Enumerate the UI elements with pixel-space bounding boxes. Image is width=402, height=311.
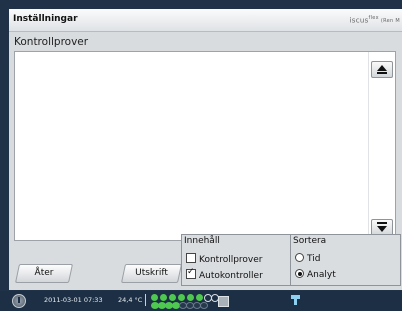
radio-button[interactable]: [295, 253, 304, 262]
datetime: 2011-03-01 07:33: [44, 296, 103, 304]
title-bar: Inställningar iscusflex(Ren M: [9, 9, 402, 32]
back-button-label: Åter: [34, 268, 54, 278]
settings-window: Inställningar iscusflex(Ren M Kontrollpr…: [9, 9, 402, 290]
radio-tid[interactable]: Tid: [295, 253, 320, 264]
back-button[interactable]: Åter: [14, 264, 74, 283]
sort-group: Sortera Tid Analyt: [290, 234, 401, 286]
checkbox-label: Kontrollprover: [199, 255, 263, 265]
checkbox-kontrollprover[interactable]: Kontrollprover: [186, 253, 263, 265]
radio-label: Tid: [307, 254, 321, 264]
print-button-label: Utskrift: [135, 268, 168, 278]
checkbox-label: Autokontroller: [199, 271, 263, 281]
status-indicator: [196, 294, 203, 301]
page-subtitle: Kontrollprover: [14, 36, 89, 48]
status-indicator: [187, 294, 194, 301]
status-indicator: [160, 294, 167, 301]
checkbox-box[interactable]: [186, 267, 196, 279]
scroll-up-button[interactable]: [371, 61, 393, 78]
brand-name: iscus: [349, 16, 369, 25]
checkbox-box[interactable]: [186, 253, 196, 263]
checkbox-autokontroller[interactable]: Autokontroller: [186, 267, 263, 281]
status-indicator: [151, 294, 158, 301]
radio-button[interactable]: [295, 269, 304, 278]
status-taskbar: 2011-03-01 07:33 24,4 °C: [0, 291, 402, 311]
status-indicator: [218, 296, 229, 307]
status-indicator: [200, 302, 208, 309]
status-indicator: [178, 294, 185, 301]
brand-logo: iscusflex(Ren M: [350, 15, 400, 24]
content-group-title: Innehåll: [184, 236, 220, 246]
content-group: Innehåll Kontrollprover Autokontroller: [181, 234, 291, 286]
brand-small: (Ren M: [380, 18, 400, 25]
network-icon: [291, 295, 300, 305]
sort-group-title: Sortera: [293, 236, 327, 246]
control-samples-list[interactable]: [14, 51, 396, 241]
list-scrollbar[interactable]: [368, 52, 395, 240]
radio-analyt[interactable]: Analyt: [295, 269, 336, 280]
screen: Inställningar iscusflex(Ren M Kontrollpr…: [0, 0, 402, 311]
radio-label: Analyt: [307, 270, 336, 280]
brand-sup: flex: [368, 15, 379, 21]
separator: [145, 294, 146, 306]
power-icon[interactable]: [12, 294, 26, 308]
status-indicator: [169, 294, 176, 301]
print-button[interactable]: Utskrift: [120, 264, 183, 283]
temperature: 24,4 °C: [118, 296, 143, 304]
window-title: Inställningar: [13, 14, 78, 24]
